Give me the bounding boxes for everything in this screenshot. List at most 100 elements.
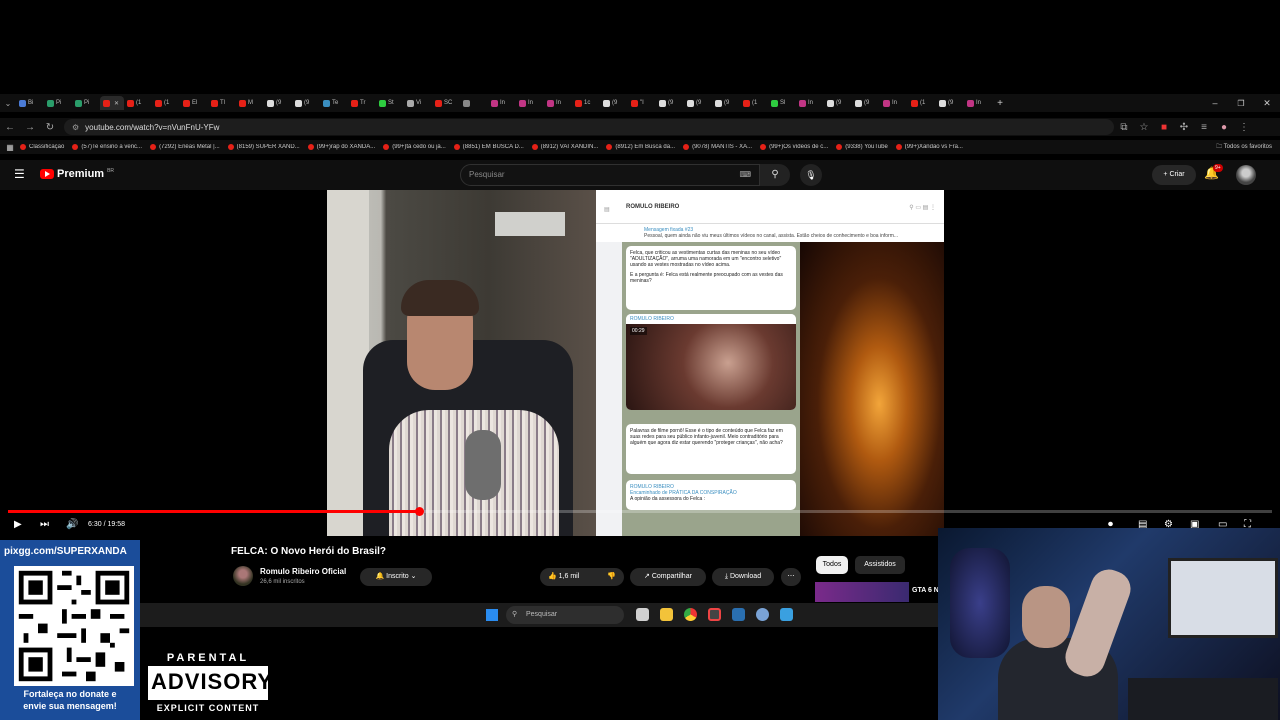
browser-tab[interactable]: (9 (600, 96, 628, 110)
site-info-icon[interactable]: ⚙ (72, 123, 79, 132)
bookmark-item[interactable]: (9338) YouTube (836, 144, 888, 150)
browser-tab[interactable]: Pi (72, 96, 100, 110)
browser-tab[interactable]: Tl (208, 96, 236, 110)
search-button[interactable]: ⚲ (760, 164, 790, 186)
volume-icon[interactable]: 🔊 (66, 519, 78, 530)
browser-tab[interactable]: (1 (740, 96, 768, 110)
browser-tab[interactable]: (9 (852, 96, 880, 110)
account-avatar[interactable] (1236, 165, 1256, 185)
bookmark-item[interactable]: (57)Te ensino a venc... (72, 144, 142, 150)
bookmark-star-icon[interactable]: ☆ (1134, 122, 1154, 133)
minimize-button[interactable]: – (1202, 98, 1228, 108)
browser-tab[interactable]: (1 (124, 96, 152, 110)
browser-tab[interactable] (460, 96, 488, 110)
profile-avatar-icon[interactable]: ● (1214, 122, 1234, 133)
back-icon[interactable]: ← (0, 122, 20, 133)
channel-avatar[interactable] (233, 566, 253, 586)
bookmark-item[interactable]: (99+)rap do XANDÃ... (307, 144, 375, 150)
bookmark-item[interactable]: (8912) VAI XANDIN... (531, 144, 598, 150)
browser-tab[interactable]: ✕ (100, 96, 124, 110)
install-icon[interactable]: ⧉ (1114, 122, 1134, 133)
browser-tab[interactable]: In (516, 96, 544, 110)
browser-tab[interactable]: 1c (572, 96, 600, 110)
browser-tab[interactable]: (1 (152, 96, 180, 110)
more-actions-button[interactable]: ⋯ (781, 568, 801, 586)
browser-tab[interactable]: "I (628, 96, 656, 110)
settings-icon[interactable] (756, 608, 769, 621)
chip-all[interactable]: Todos (816, 556, 848, 574)
bookmark-item[interactable]: (8912) Em Busca da... (606, 144, 675, 150)
chip-watched[interactable]: Assistidos (855, 556, 905, 574)
capture-app-icon[interactable] (708, 608, 721, 621)
menu-icon[interactable]: ⋮ (1234, 122, 1254, 133)
search-input[interactable]: Pesquisar ⌨ (460, 164, 760, 186)
bookmark-item[interactable]: (7292) Enéas Metal |... (150, 144, 220, 150)
next-icon[interactable]: ⏭ (40, 519, 49, 530)
bookmark-item[interactable]: (99+)tá cedo ou já... (383, 144, 446, 150)
browser-tab[interactable]: (9 (684, 96, 712, 110)
reload-icon[interactable]: ↻ (40, 122, 60, 133)
browser-tab[interactable]: (9 (824, 96, 852, 110)
tab-search-icon[interactable]: ⌄ (0, 99, 16, 108)
play-icon[interactable]: ▶ (14, 519, 22, 530)
hamburger-menu-icon[interactable]: ☰ (14, 167, 25, 181)
browser-tab[interactable]: In (488, 96, 516, 110)
telegram-icon[interactable] (732, 608, 745, 621)
browser-tab[interactable]: (9 (264, 96, 292, 110)
browser-tab[interactable]: Pi (44, 96, 72, 110)
browser-tab[interactable]: Bi (16, 96, 44, 110)
taskbar-search-input[interactable]: ⚲ Pesquisar (506, 606, 624, 624)
chrome-icon[interactable] (684, 608, 697, 621)
bookmark-item[interactable]: (9078) MANTIS - XA... (683, 144, 752, 150)
browser-tab[interactable]: (9 (936, 96, 964, 110)
channel-name[interactable]: Romulo Ribeiro Oficial (260, 567, 346, 576)
tab-close-icon[interactable]: ✕ (114, 100, 119, 107)
subscribed-button[interactable]: 🔔 Inscrito ⌄ (360, 568, 432, 586)
bookmark-item[interactable]: (8159) SUPER XAND... (227, 144, 300, 150)
like-button[interactable]: 👍 1,6 mil (548, 573, 579, 580)
youtube-logo[interactable]: Premium BR (40, 168, 114, 180)
browser-tab[interactable]: In (964, 96, 992, 110)
file-explorer-icon[interactable] (660, 608, 673, 621)
extension-icon[interactable]: ■ (1154, 122, 1174, 133)
maximize-button[interactable]: ❐ (1228, 99, 1254, 108)
keyboard-icon[interactable]: ⌨ (739, 165, 751, 185)
browser-tab[interactable]: SC (432, 96, 460, 110)
dislike-icon[interactable]: 👎 (607, 568, 616, 586)
browser-tab[interactable]: In (880, 96, 908, 110)
windows-start-icon[interactable] (486, 609, 498, 621)
extensions-puzzle-icon[interactable]: ✣ (1174, 122, 1194, 133)
video-player[interactable]: ▤ ROMULO RIBEIRO ⚲ ▭ ▤ ⋮ Mensagem fixada… (0, 190, 1280, 536)
browser-tab[interactable]: In (544, 96, 572, 110)
browser-tab[interactable]: El (180, 96, 208, 110)
browser-tab[interactable]: Vi (404, 96, 432, 110)
browser-tab[interactable]: M (236, 96, 264, 110)
url-field[interactable]: ⚙ youtube.com/watch?v=nVunFnU-YFw (64, 119, 1114, 135)
bookmark-item[interactable]: (8851) EM BUSCA D... (453, 144, 524, 150)
browser-tab[interactable]: In (796, 96, 824, 110)
close-window-button[interactable]: ✕ (1254, 98, 1280, 109)
bookmark-item[interactable]: Classificação (20, 144, 64, 150)
bookmark-item[interactable]: (99+)Xandão vs Fra... (895, 144, 963, 150)
browser-tab[interactable]: St (376, 96, 404, 110)
all-bookmarks-link[interactable]: 🗀 Todos os favoritos (1216, 142, 1272, 152)
download-button[interactable]: ⤓ Download (712, 568, 774, 586)
task-view-icon[interactable] (636, 608, 649, 621)
new-tab-button[interactable]: + (992, 98, 1008, 109)
forward-icon[interactable]: → (20, 122, 40, 133)
bookmark-item[interactable]: (99+)Os vídeos de c... (760, 144, 828, 150)
media-icon[interactable]: ≡ (1194, 122, 1214, 133)
browser-tab[interactable]: Sl (768, 96, 796, 110)
progress-scrubber[interactable] (415, 507, 424, 516)
browser-tab[interactable]: Te (320, 96, 348, 110)
browser-tab[interactable]: (1 (908, 96, 936, 110)
app-icon[interactable] (780, 608, 793, 621)
voice-search-button[interactable]: 🎙 (800, 164, 822, 186)
browser-tab[interactable]: (9 (712, 96, 740, 110)
browser-tab[interactable]: (9 (656, 96, 684, 110)
apps-grid-icon[interactable]: ▦ (0, 143, 20, 152)
browser-tab[interactable]: (9 (292, 96, 320, 110)
share-button[interactable]: ↗ Compartilhar (630, 568, 706, 586)
recommended-thumbnail[interactable] (815, 582, 909, 602)
create-button[interactable]: + Criar (1152, 165, 1196, 185)
